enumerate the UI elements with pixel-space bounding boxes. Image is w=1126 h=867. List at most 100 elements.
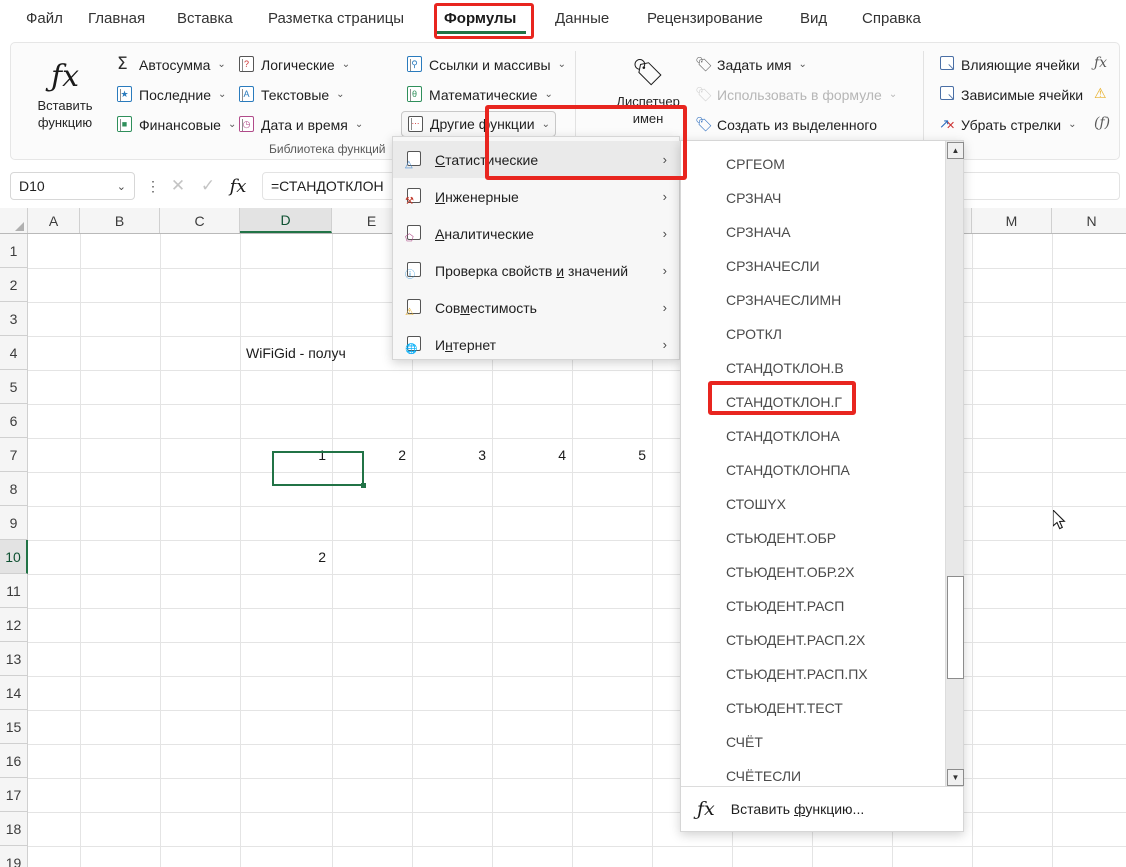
insert-function-button[interactable]: ƒx Вставить функцию [29,57,101,131]
more-functions-menu[interactable]: △ Статистические › ⚒ Инженерные › ⬠ Аналитическ… [392,136,681,363]
formula-bar-more-icon[interactable]: ⋮ [146,179,160,193]
ribbon-tab-1[interactable]: Главная [78,6,155,31]
trace-dependents-button[interactable]: ↘ Зависимые ячейки [933,81,1088,108]
function-item-2[interactable]: СРЗНАЧА [681,215,947,249]
function-item-9[interactable]: СТАНДОТКЛОНПА [681,453,947,487]
function-item-15[interactable]: СТЬЮДЕНТ.РАСП.ПХ [681,657,947,691]
function-item-13[interactable]: СТЬЮДЕНТ.РАСП [681,589,947,623]
financial-functions-button[interactable]: ■ Финансовые ⌄ [111,111,241,138]
column-header-M[interactable]: M [972,208,1052,233]
chevron-down-icon[interactable]: ⌄ [545,89,553,100]
trace-precedents-button[interactable]: ↘ Влияющие ячейки [933,51,1085,78]
row-header-6[interactable]: 6 [0,404,28,438]
ribbon-tab-4[interactable]: Формулы [434,6,527,34]
row-header-5[interactable]: 5 [0,370,28,404]
row-header-16[interactable]: 16 [0,744,28,778]
function-item-3[interactable]: СРЗНАЧЕСЛИ [681,249,947,283]
chevron-down-icon[interactable]: ⌄ [1068,119,1076,130]
row-header-17[interactable]: 17 [0,778,28,812]
chevron-down-icon[interactable]: ⌄ [117,180,126,193]
function-item-4[interactable]: СРЗНАЧЕСЛИМН [681,283,947,317]
ribbon-tab-5[interactable]: Данные [545,6,619,31]
row-header-2[interactable]: 2 [0,268,28,302]
lookup-functions-button[interactable]: ⚲ Ссылки и массивы ⌄ [401,51,571,78]
scrollbar-thumb[interactable] [947,576,964,679]
chevron-down-icon[interactable]: ⌄ [799,59,807,70]
show-formulas-button[interactable]: ƒx [1089,51,1122,78]
function-item-5[interactable]: СРОТКЛ [681,317,947,351]
column-header-N[interactable]: N [1052,208,1126,233]
column-header-C[interactable]: C [160,208,240,233]
menu-item-0[interactable]: △ Статистические › [393,141,681,178]
scroll-down-button[interactable]: ▼ [947,769,964,786]
fill-handle[interactable] [361,483,366,488]
chevron-down-icon[interactable]: ⌄ [218,89,226,100]
function-item-10[interactable]: СТОШYX [681,487,947,521]
menu-item-4[interactable]: ⚠ Совместимость › [393,289,681,326]
datetime-functions-button[interactable]: ◷ Дата и время ⌄ [233,111,368,138]
row-header-3[interactable]: 3 [0,302,28,336]
function-item-0[interactable]: СРГЕОМ [681,147,947,181]
confirm-icon[interactable]: ✓ [196,175,220,197]
row-header-14[interactable]: 14 [0,676,28,710]
menu-item-1[interactable]: ⚒ Инженерные › [393,178,681,215]
function-item-16[interactable]: СТЬЮДЕНТ.ТЕСТ [681,691,947,725]
row-header-7[interactable]: 7 [0,438,28,472]
column-header-B[interactable]: B [80,208,160,233]
statistical-function-list[interactable]: СРГЕОМ СРЗНАЧ СРЗНАЧА СРЗНАЧЕСЛИ СРЗНАЧЕСЛИМ… [681,147,947,787]
chevron-down-icon[interactable]: ⌄ [342,59,350,70]
text-functions-button[interactable]: A Текстовые ⌄ [233,81,350,108]
function-item-8[interactable]: СТАНДОТКЛОНА [681,419,947,453]
function-item-11[interactable]: СТЬЮДЕНТ.ОБР [681,521,947,555]
scroll-up-button[interactable]: ▲ [947,142,964,159]
ribbon-tab-6[interactable]: Рецензирование [637,6,773,31]
row-header-10[interactable]: 10 [0,540,28,574]
row-header-19[interactable]: 19 [0,846,28,867]
cell-F7[interactable]: 3 [412,438,492,472]
row-header-11[interactable]: 11 [0,574,28,608]
cell-G7[interactable]: 4 [492,438,572,472]
statistical-functions-submenu[interactable]: СРГЕОМ СРЗНАЧ СРЗНАЧА СРЗНАЧЕСЛИ СРЗНАЧЕСЛИМ… [680,140,964,832]
function-item-1[interactable]: СРЗНАЧ [681,181,947,215]
insert-function-icon[interactable]: fx [226,175,250,197]
chevron-down-icon[interactable]: ⌄ [558,59,566,70]
row-header-15[interactable]: 15 [0,710,28,744]
column-header-D[interactable]: D [240,208,332,233]
error-checking-button[interactable]: ⚠ [1089,81,1122,108]
more-functions-button[interactable]: ⋯ Другие функции ⌄ [401,111,556,137]
chevron-down-icon[interactable]: ⌄ [355,119,363,130]
cell-D10[interactable]: 2 [240,540,332,574]
row-header-13[interactable]: 13 [0,642,28,676]
column-header-A[interactable]: A [28,208,80,233]
function-item-6[interactable]: СТАНДОТКЛОН.В [681,351,947,385]
autosum-button[interactable]: Σ Автосумма ⌄ [111,51,231,78]
row-header-4[interactable]: 4 [0,336,28,370]
select-all-corner[interactable] [0,208,28,233]
row-header-8[interactable]: 8 [0,472,28,506]
menu-item-2[interactable]: ⬠ Аналитические › [393,215,681,252]
remove-arrows-button[interactable]: ↗ ✕ Убрать стрелки ⌄ [933,111,1082,138]
math-functions-button[interactable]: θ Математические ⌄ [401,81,558,108]
chevron-down-icon[interactable]: ⌄ [217,59,225,70]
ribbon-tab-7[interactable]: Вид [790,6,837,31]
ribbon-tab-2[interactable]: Вставка [167,6,243,31]
row-header-1[interactable]: 1 [0,234,28,268]
menu-item-3[interactable]: ⓘ Проверка свойств и значений › [393,252,681,289]
menu-item-5[interactable]: 🌐 Интернет › [393,326,681,363]
row-header-12[interactable]: 12 [0,608,28,642]
function-item-7[interactable]: СТАНДОТКЛОН.Г [681,385,947,419]
ribbon-tab-0[interactable]: Файл [16,6,73,31]
evaluate-formula-button[interactable]: (ƒ) [1089,111,1122,138]
ribbon-tab-3[interactable]: Разметка страницы [258,6,414,31]
name-box[interactable]: D10 ⌄ [10,172,135,200]
submenu-scrollbar[interactable]: ▲ ▼ [945,141,964,787]
cell-H7[interactable]: 5 [572,438,652,472]
create-from-selection-button[interactable]: 🏷 Создать из выделенного [689,111,882,138]
name-manager-button[interactable]: 🏷 Диспетчер имен [605,53,691,127]
insert-function-menu-item[interactable]: ƒx Вставить функцию... [681,786,963,831]
ribbon-tab-8[interactable]: Справка [852,6,931,31]
row-header-18[interactable]: 18 [0,812,28,846]
function-item-17[interactable]: СЧЁТ [681,725,947,759]
define-name-button[interactable]: 🏷 Задать имя ⌄ [689,51,812,78]
logical-functions-button[interactable]: ? Логические ⌄ [233,51,355,78]
